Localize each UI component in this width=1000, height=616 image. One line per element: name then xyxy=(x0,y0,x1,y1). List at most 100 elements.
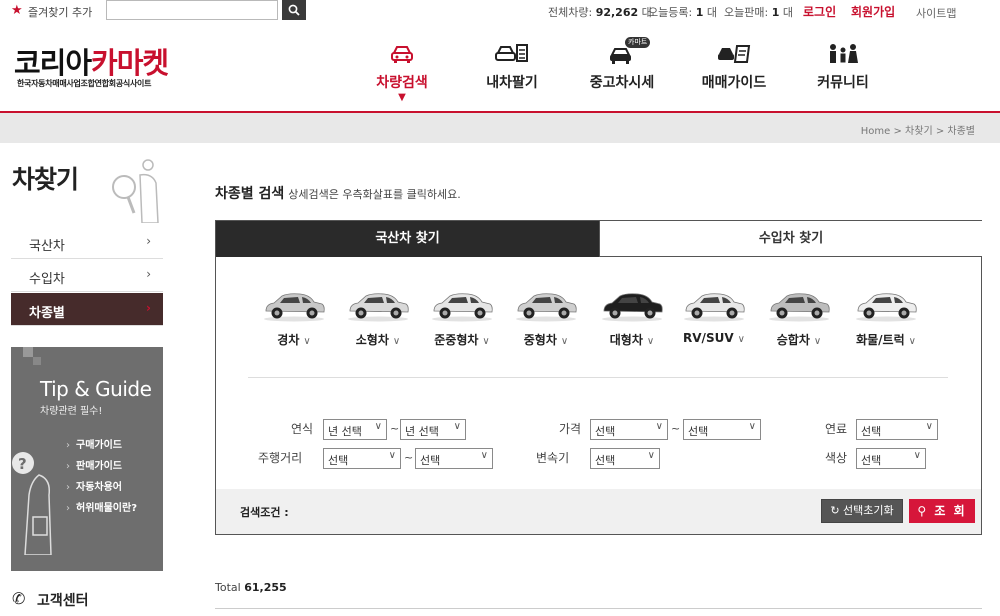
nav-badge: 카마트 xyxy=(625,37,651,48)
stat-total: 전체차량: 92,262 대 xyxy=(548,6,652,19)
page-title-text: 차종별 검색 xyxy=(215,186,285,202)
svg-text:?: ? xyxy=(18,455,27,473)
customer-center-link[interactable]: 고객센터 xyxy=(37,590,89,610)
page-subtitle: 상세검색은 우측화살표를 클릭하세요. xyxy=(288,188,461,201)
car-type-label: 경차 ∨ xyxy=(277,333,311,347)
sitemap-link[interactable]: 사이트맵 xyxy=(916,5,956,21)
chevron-down-icon: ∨ xyxy=(388,450,396,461)
tip-link-buy-guide[interactable]: › 구매가이드 xyxy=(66,436,122,451)
join-link[interactable]: 회원가입 xyxy=(851,3,895,20)
car-type-4[interactable]: 대형차 ∨ xyxy=(594,289,670,348)
breadcrumb: Home > 차찾기 > 차종별 xyxy=(860,126,975,137)
chevron-down-icon: ∨ xyxy=(737,334,745,345)
page-title: 차종별 검색 상세검색은 우측화살표를 클릭하세요. xyxy=(215,183,461,203)
nav-label: 커뮤니티 xyxy=(817,75,869,91)
sidebar-title: 차찾기 xyxy=(12,165,79,194)
chevron-right-icon: › xyxy=(146,234,151,248)
chevron-right-icon: › xyxy=(146,267,151,281)
search-button[interactable] xyxy=(282,0,306,20)
transmission-select[interactable]: 선택 ∨ xyxy=(590,448,660,469)
logo-subtitle: 한국자동차매매사업조합연합회공식사이트 xyxy=(17,79,152,88)
divider xyxy=(248,377,948,378)
transmission-label: 변속기 xyxy=(536,451,570,465)
total-count: Total 61,255 xyxy=(215,581,287,594)
reset-button[interactable]: ↻ 선택초기화 xyxy=(821,499,903,523)
nav-label: 내차팔기 xyxy=(486,75,538,91)
conditions-label: 검색조건 : xyxy=(240,506,289,519)
top-bar: ★ 즐겨찾기 추가 전체차량: 92,262 대 오늘등록: 1 대 오늘판매:… xyxy=(0,0,1000,24)
color-select[interactable]: 선택 ∨ xyxy=(856,448,926,469)
breadcrumb-bar: Home > 차찾기 > 차종별 xyxy=(0,113,1000,143)
search-conditions-bar: 검색조건 : ↻ 선택초기화 ⚲ 조 회 xyxy=(216,489,981,534)
price-to-select[interactable]: 선택 ∨ xyxy=(683,419,761,440)
chevron-down-icon: ∨ xyxy=(482,336,490,347)
car-type-2[interactable]: 준중형차 ∨ xyxy=(424,289,500,348)
tip-link-sell-guide[interactable]: › 판매가이드 xyxy=(66,457,122,472)
sidebar-item-imported[interactable]: 수입차 › xyxy=(11,259,163,292)
fuel-select[interactable]: 선택 ∨ xyxy=(856,419,938,440)
car-type-6[interactable]: 승합차 ∨ xyxy=(761,289,837,348)
chevron-down-icon: ∨ xyxy=(748,421,756,432)
login-link[interactable]: 로그인 xyxy=(803,3,836,20)
car-type-label: RV/SUV ∨ xyxy=(683,331,745,345)
nav-label: 중고차시세 xyxy=(589,75,655,91)
favorite-link[interactable]: 즐겨찾기 추가 xyxy=(28,4,92,20)
tip-guide-box: Tip & Guide 차량관련 필수! › 구매가이드 › 판매가이드 › 자동차용… xyxy=(11,347,163,571)
divider xyxy=(215,608,982,609)
mileage-to-select[interactable]: 선택 ∨ xyxy=(415,448,493,469)
mileage-from-select[interactable]: 선택 ∨ xyxy=(323,448,401,469)
mileage-label: 주행거리 xyxy=(258,451,303,465)
sidebar-item-by-type[interactable]: 차종별 › xyxy=(11,293,163,326)
year-from-select[interactable]: 년 선택 ∨ xyxy=(323,419,387,440)
nav-sell-car[interactable]: 내차팔기 xyxy=(457,40,567,92)
nav-label: 매매가이드 xyxy=(701,75,767,91)
range-tilde: ~ xyxy=(404,451,414,464)
car-type-1[interactable]: 소형차 ∨ xyxy=(340,289,416,348)
car-image xyxy=(602,293,663,322)
logo[interactable]: 코리아카마켓 xyxy=(14,40,169,82)
tip-link-car-terms[interactable]: › 자동차용어 xyxy=(66,478,122,493)
chevron-down-icon: ∨ xyxy=(655,421,663,432)
people-icon xyxy=(788,40,898,68)
search-submit-button[interactable]: ⚲ 조 회 xyxy=(909,499,975,523)
color-label: 색상 xyxy=(825,451,848,465)
nav-car-search[interactable]: 차량검색 ▼ xyxy=(347,40,457,104)
price-from-select[interactable]: 선택 ∨ xyxy=(590,419,668,440)
chevron-down-icon: ∨ xyxy=(813,336,822,347)
car-type-0[interactable]: 경차 ∨ xyxy=(256,289,332,348)
car-image xyxy=(856,293,917,322)
range-tilde: ~ xyxy=(390,422,400,435)
car-type-label: 소형차 ∨ xyxy=(355,333,401,347)
car-type-7[interactable]: 화물/트럭 ∨ xyxy=(848,289,924,348)
car-type-3[interactable]: 중형차 ∨ xyxy=(508,289,584,348)
search-input[interactable] xyxy=(106,0,278,20)
chevron-down-icon: ∨ xyxy=(646,336,655,347)
tab-label: 수입차 찾기 xyxy=(758,231,824,246)
year-to-select[interactable]: 년 선택 ∨ xyxy=(400,419,466,440)
car-price-icon: 카마트 xyxy=(567,37,677,68)
sidebar-item-label: 차종별 xyxy=(29,306,65,321)
header: 코리아카마켓 한국자동차매매사업조합연합회공식사이트 차량검색 ▼ 내차팔기 카… xyxy=(0,26,1000,112)
chevron-down-icon: ∨ xyxy=(303,336,311,347)
tip-link-fake-listing[interactable]: › 허위매물이란? xyxy=(66,499,137,514)
car-image xyxy=(684,293,745,322)
fuel-label: 연료 xyxy=(825,422,848,436)
search-icon: ⚲ xyxy=(917,504,929,518)
sidebar-item-domestic[interactable]: 국산차 › xyxy=(11,226,163,259)
tab-imported[interactable]: 수입차 찾기 xyxy=(599,221,982,257)
tab-caret-icon xyxy=(401,251,413,257)
price-label: 가격 xyxy=(559,422,582,436)
nav-used-car-price[interactable]: 카마트 중고차시세 xyxy=(567,37,677,92)
car-type-label: 중형차 ∨ xyxy=(523,333,569,347)
car-image xyxy=(264,293,325,322)
nav-community[interactable]: 커뮤니티 xyxy=(788,40,898,92)
car-type-label: 준중형차 ∨ xyxy=(434,333,490,347)
sidebar-item-label: 국산차 xyxy=(29,239,65,254)
tab-label: 국산차 찾기 xyxy=(375,231,440,246)
stat-today-registered: 오늘등록: 1 대 xyxy=(648,6,717,19)
nav-trade-guide[interactable]: 매매가이드 xyxy=(679,40,789,92)
decor-square xyxy=(23,347,33,357)
phone-icon: ✆ xyxy=(12,589,26,608)
car-type-5[interactable]: RV/SUV ∨ xyxy=(676,289,752,345)
tab-domestic[interactable]: 국산차 찾기 xyxy=(216,221,599,257)
